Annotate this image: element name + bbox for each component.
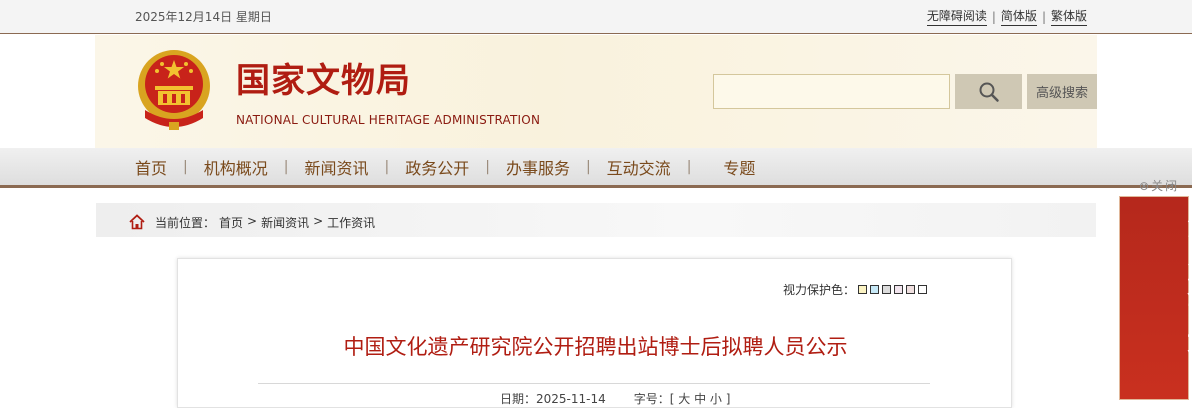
- close-icon: ⊗: [1139, 179, 1152, 193]
- side-float-banner[interactable]: 第四次全国文: [1119, 196, 1192, 400]
- nav-item-news[interactable]: 新闻资讯: [304, 155, 368, 179]
- nav-divider: |: [686, 158, 692, 175]
- nav-item-interaction[interactable]: 互动交流: [607, 155, 671, 179]
- main-nav: 首页 | 机构概况 | 新闻资讯 | 政务公开 | 办事服务 | 互动交流 | …: [0, 148, 1192, 188]
- article-panel: 视力保护色： 中国文化遗产研究院公开招聘出站博士后拟聘人员公示 日期：2025-…: [177, 258, 1012, 408]
- breadcrumb-trail: 当前位置： 首页 > 新闻资讯 > 工作资讯: [155, 214, 375, 231]
- close-float-label: 关闭: [1151, 179, 1180, 193]
- title-divider: [258, 383, 930, 384]
- article-title: 中国文化遗产研究院公开招聘出站博士后拟聘人员公示: [343, 335, 848, 359]
- nav-item-topics[interactable]: 专题: [723, 155, 755, 179]
- nav-item-services[interactable]: 办事服务: [506, 155, 570, 179]
- color-swatch[interactable]: [906, 285, 916, 294]
- date-value: 2025-11-14: [536, 392, 606, 406]
- nav-divider: |: [384, 158, 390, 175]
- close-float-button[interactable]: ⊗关闭: [1139, 177, 1179, 194]
- eye-protection-colors: 视力保护色：: [783, 281, 928, 298]
- nav-item-home[interactable]: 首页: [135, 155, 167, 179]
- font-size-selector[interactable]: 字号：[ 大 中 小 ]: [634, 390, 731, 407]
- nav-item-about[interactable]: 机构概况: [204, 155, 268, 179]
- breadcrumb-prefix: 当前位置：: [155, 216, 216, 230]
- color-swatch[interactable]: [858, 285, 868, 294]
- color-swatch[interactable]: [918, 285, 928, 294]
- breadcrumb-work-news[interactable]: 工作资讯: [327, 214, 375, 231]
- site-title: 国家文物局: [236, 61, 411, 101]
- color-swatch[interactable]: [882, 285, 892, 294]
- nav-divider: |: [183, 158, 188, 175]
- article-meta: 日期：2025-11-14 字号：[ 大 中 小 ]: [500, 390, 730, 407]
- traditional-chinese-link[interactable]: 繁体版: [1050, 7, 1087, 26]
- nav-divider: |: [283, 158, 289, 175]
- date-label: 日期：: [500, 392, 537, 406]
- breadcrumb-separator: >: [247, 214, 258, 228]
- nav-item-government-affairs[interactable]: 政务公开: [405, 155, 469, 179]
- top-utility-bar: 2025年12月14日 星期日 无障碍阅读 | 简体版 | 繁体版: [0, 0, 1192, 34]
- top-links: 无障碍阅读 | 简体版 | 繁体版: [926, 7, 1087, 26]
- search-button[interactable]: [955, 74, 1022, 109]
- accessible-reading-link[interactable]: 无障碍阅读: [926, 7, 987, 26]
- breadcrumb: 当前位置： 首页 > 新闻资讯 > 工作资讯: [96, 203, 1096, 237]
- divider: |: [991, 9, 996, 24]
- nav-divider: |: [585, 158, 591, 175]
- breadcrumb-separator: >: [313, 214, 324, 228]
- breadcrumb-home[interactable]: 首页: [219, 214, 243, 231]
- nav-divider: |: [485, 158, 490, 175]
- publish-date: 日期：2025-11-14: [500, 390, 606, 407]
- breadcrumb-news[interactable]: 新闻资讯: [261, 214, 309, 231]
- current-date: 2025年12月14日 星期日: [135, 10, 272, 24]
- national-emblem-icon: [138, 50, 210, 130]
- site-subtitle: NATIONAL CULTURAL HERITAGE ADMINISTRATIO…: [236, 113, 541, 127]
- home-icon: [129, 214, 145, 230]
- simplified-chinese-link[interactable]: 简体版: [1000, 7, 1037, 26]
- color-swatch[interactable]: [894, 285, 904, 294]
- banner-text: 第四次全国文: [1183, 215, 1192, 353]
- nav-list: 首页 | 机构概况 | 新闻资讯 | 政务公开 | 办事服务 | 互动交流 | …: [135, 148, 755, 185]
- divider: |: [1041, 9, 1046, 24]
- search-icon: [979, 82, 999, 102]
- search-input[interactable]: [713, 74, 950, 109]
- color-swatch[interactable]: [870, 285, 880, 294]
- site-header: 国家文物局 NATIONAL CULTURAL HERITAGE ADMINIS…: [95, 35, 1097, 148]
- advanced-search-button[interactable]: 高级搜索: [1027, 74, 1097, 109]
- eye-protection-label: 视力保护色：: [783, 283, 856, 297]
